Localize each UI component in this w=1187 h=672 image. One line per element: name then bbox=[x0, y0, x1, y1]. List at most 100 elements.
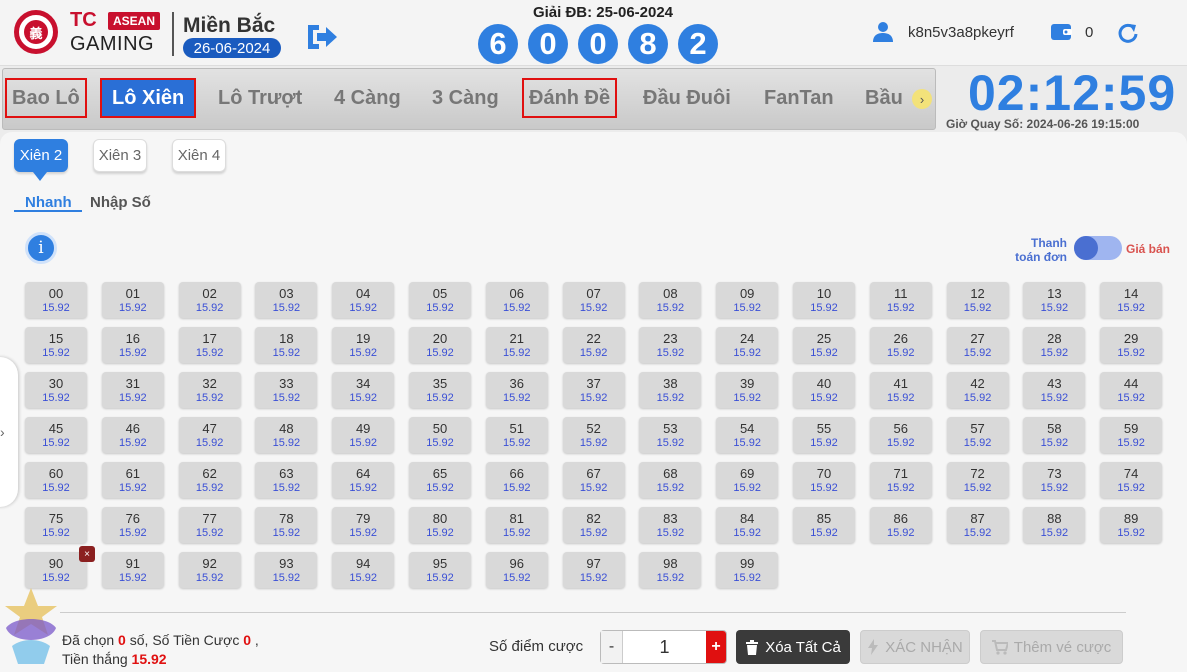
number-cell-38[interactable]: 38 15.92 bbox=[639, 372, 702, 408]
number-cell-00[interactable]: 00 15.92 bbox=[25, 282, 87, 318]
number-cell-07[interactable]: 07 15.92 bbox=[562, 282, 625, 318]
number-cell-77[interactable]: 77 15.92 bbox=[178, 507, 241, 543]
number-cell-15[interactable]: 15 15.92 bbox=[25, 327, 87, 363]
tab-danh-de[interactable]: Đánh Đề bbox=[522, 78, 618, 118]
chevron-right-icon[interactable]: › bbox=[912, 89, 932, 109]
number-cell-26[interactable]: 26 15.92 bbox=[869, 327, 932, 363]
number-cell-23[interactable]: 23 15.92 bbox=[639, 327, 702, 363]
price-toggle[interactable] bbox=[1074, 236, 1122, 260]
decrement-button[interactable]: - bbox=[601, 631, 623, 663]
number-cell-52[interactable]: 52 15.92 bbox=[562, 417, 625, 453]
number-cell-80[interactable]: 80 15.92 bbox=[408, 507, 471, 543]
number-cell-37[interactable]: 37 15.92 bbox=[562, 372, 625, 408]
number-cell-18[interactable]: 18 15.92 bbox=[255, 327, 318, 363]
number-cell-68[interactable]: 68 15.92 bbox=[639, 462, 702, 498]
number-cell-17[interactable]: 17 15.92 bbox=[178, 327, 241, 363]
tab-dau-duoi[interactable]: Đầu Đuôi bbox=[643, 78, 731, 118]
number-cell-69[interactable]: 69 15.92 bbox=[716, 462, 779, 498]
number-cell-67[interactable]: 67 15.92 bbox=[562, 462, 625, 498]
number-cell-62[interactable]: 62 15.92 bbox=[178, 462, 241, 498]
number-cell-12[interactable]: 12 15.92 bbox=[946, 282, 1009, 318]
number-cell-47[interactable]: 47 15.92 bbox=[178, 417, 241, 453]
number-cell-57[interactable]: 57 15.92 bbox=[946, 417, 1009, 453]
refresh-icon[interactable] bbox=[1117, 22, 1139, 44]
number-cell-90[interactable]: 90 15.92 × bbox=[25, 546, 95, 588]
number-cell-34[interactable]: 34 15.92 bbox=[332, 372, 395, 408]
number-cell-89[interactable]: 89 15.92 bbox=[1100, 507, 1163, 543]
tab-fantan[interactable]: FanTan bbox=[764, 78, 834, 118]
number-cell-10[interactable]: 10 15.92 bbox=[792, 282, 855, 318]
tab-lo-truot[interactable]: Lô Trượt bbox=[218, 78, 302, 118]
number-cell-82[interactable]: 82 15.92 bbox=[562, 507, 625, 543]
bet-points-input[interactable]: 1 bbox=[623, 631, 706, 663]
number-cell-81[interactable]: 81 15.92 bbox=[485, 507, 548, 543]
number-cell-93[interactable]: 93 15.92 bbox=[255, 552, 318, 588]
number-cell-79[interactable]: 79 15.92 bbox=[332, 507, 395, 543]
tab-bao-lo[interactable]: Bao Lô bbox=[5, 78, 87, 118]
increment-button[interactable]: + bbox=[706, 631, 726, 663]
number-cell-40[interactable]: 40 15.92 bbox=[792, 372, 855, 408]
number-cell-31[interactable]: 31 15.92 bbox=[101, 372, 164, 408]
remove-icon[interactable]: × bbox=[79, 546, 95, 562]
number-cell-41[interactable]: 41 15.92 bbox=[869, 372, 932, 408]
number-cell-27[interactable]: 27 15.92 bbox=[946, 327, 1009, 363]
number-cell-11[interactable]: 11 15.92 bbox=[869, 282, 932, 318]
number-cell-91[interactable]: 91 15.92 bbox=[101, 552, 164, 588]
number-cell-29[interactable]: 29 15.92 bbox=[1100, 327, 1163, 363]
number-cell-55[interactable]: 55 15.92 bbox=[792, 417, 855, 453]
number-cell-36[interactable]: 36 15.92 bbox=[485, 372, 548, 408]
number-cell-30[interactable]: 30 15.92 bbox=[25, 372, 87, 408]
number-cell-13[interactable]: 13 15.92 bbox=[1023, 282, 1086, 318]
number-cell-70[interactable]: 70 15.92 bbox=[792, 462, 855, 498]
chevron-right-icon[interactable]: › bbox=[0, 424, 5, 440]
number-cell-33[interactable]: 33 15.92 bbox=[255, 372, 318, 408]
number-cell-99[interactable]: 99 15.92 bbox=[716, 552, 779, 588]
number-cell-65[interactable]: 65 15.92 bbox=[408, 462, 471, 498]
number-cell-73[interactable]: 73 15.92 bbox=[1023, 462, 1086, 498]
number-cell-74[interactable]: 74 15.92 bbox=[1100, 462, 1163, 498]
number-cell-48[interactable]: 48 15.92 bbox=[255, 417, 318, 453]
number-cell-98[interactable]: 98 15.92 bbox=[639, 552, 702, 588]
tab-lo-xien[interactable]: Lô Xiên bbox=[100, 78, 197, 118]
info-icon[interactable]: i bbox=[25, 232, 57, 264]
number-cell-97[interactable]: 97 15.92 bbox=[562, 552, 625, 588]
number-cell-58[interactable]: 58 15.92 bbox=[1023, 417, 1086, 453]
number-cell-71[interactable]: 71 15.92 bbox=[869, 462, 932, 498]
number-cell-96[interactable]: 96 15.92 bbox=[485, 552, 548, 588]
number-cell-85[interactable]: 85 15.92 bbox=[792, 507, 855, 543]
tab-4-cang[interactable]: 4 Càng bbox=[334, 78, 401, 118]
number-cell-16[interactable]: 16 15.92 bbox=[101, 327, 164, 363]
number-cell-03[interactable]: 03 15.92 bbox=[255, 282, 318, 318]
number-cell-39[interactable]: 39 15.92 bbox=[716, 372, 779, 408]
number-cell-86[interactable]: 86 15.92 bbox=[869, 507, 932, 543]
clear-all-button[interactable]: Xóa Tất Cả bbox=[736, 630, 850, 664]
number-cell-08[interactable]: 08 15.92 bbox=[639, 282, 702, 318]
tab-bau[interactable]: Bầu bbox=[865, 78, 909, 118]
number-cell-28[interactable]: 28 15.92 bbox=[1023, 327, 1086, 363]
number-cell-95[interactable]: 95 15.92 bbox=[408, 552, 471, 588]
number-cell-02[interactable]: 02 15.92 bbox=[178, 282, 241, 318]
number-cell-54[interactable]: 54 15.92 bbox=[716, 417, 779, 453]
number-cell-92[interactable]: 92 15.92 bbox=[178, 552, 241, 588]
number-cell-24[interactable]: 24 15.92 bbox=[716, 327, 779, 363]
number-cell-51[interactable]: 51 15.92 bbox=[485, 417, 548, 453]
number-cell-49[interactable]: 49 15.92 bbox=[332, 417, 395, 453]
number-cell-25[interactable]: 25 15.92 bbox=[792, 327, 855, 363]
mode-nhap-so[interactable]: Nhập Số bbox=[90, 194, 151, 211]
number-cell-32[interactable]: 32 15.92 bbox=[178, 372, 241, 408]
number-cell-76[interactable]: 76 15.92 bbox=[101, 507, 164, 543]
number-cell-78[interactable]: 78 15.92 bbox=[255, 507, 318, 543]
number-cell-94[interactable]: 94 15.92 bbox=[332, 552, 395, 588]
number-cell-84[interactable]: 84 15.92 bbox=[716, 507, 779, 543]
number-cell-20[interactable]: 20 15.92 bbox=[408, 327, 471, 363]
subtab-xien-4[interactable]: Xiên 4 bbox=[172, 139, 226, 172]
number-cell-14[interactable]: 14 15.92 bbox=[1100, 282, 1163, 318]
number-cell-43[interactable]: 43 15.92 bbox=[1023, 372, 1086, 408]
number-cell-42[interactable]: 42 15.92 bbox=[946, 372, 1009, 408]
number-cell-59[interactable]: 59 15.92 bbox=[1100, 417, 1163, 453]
number-cell-45[interactable]: 45 15.92 bbox=[25, 417, 87, 453]
number-cell-46[interactable]: 46 15.92 bbox=[101, 417, 164, 453]
number-cell-64[interactable]: 64 15.92 bbox=[332, 462, 395, 498]
number-cell-09[interactable]: 09 15.92 bbox=[716, 282, 779, 318]
number-cell-66[interactable]: 66 15.92 bbox=[485, 462, 548, 498]
